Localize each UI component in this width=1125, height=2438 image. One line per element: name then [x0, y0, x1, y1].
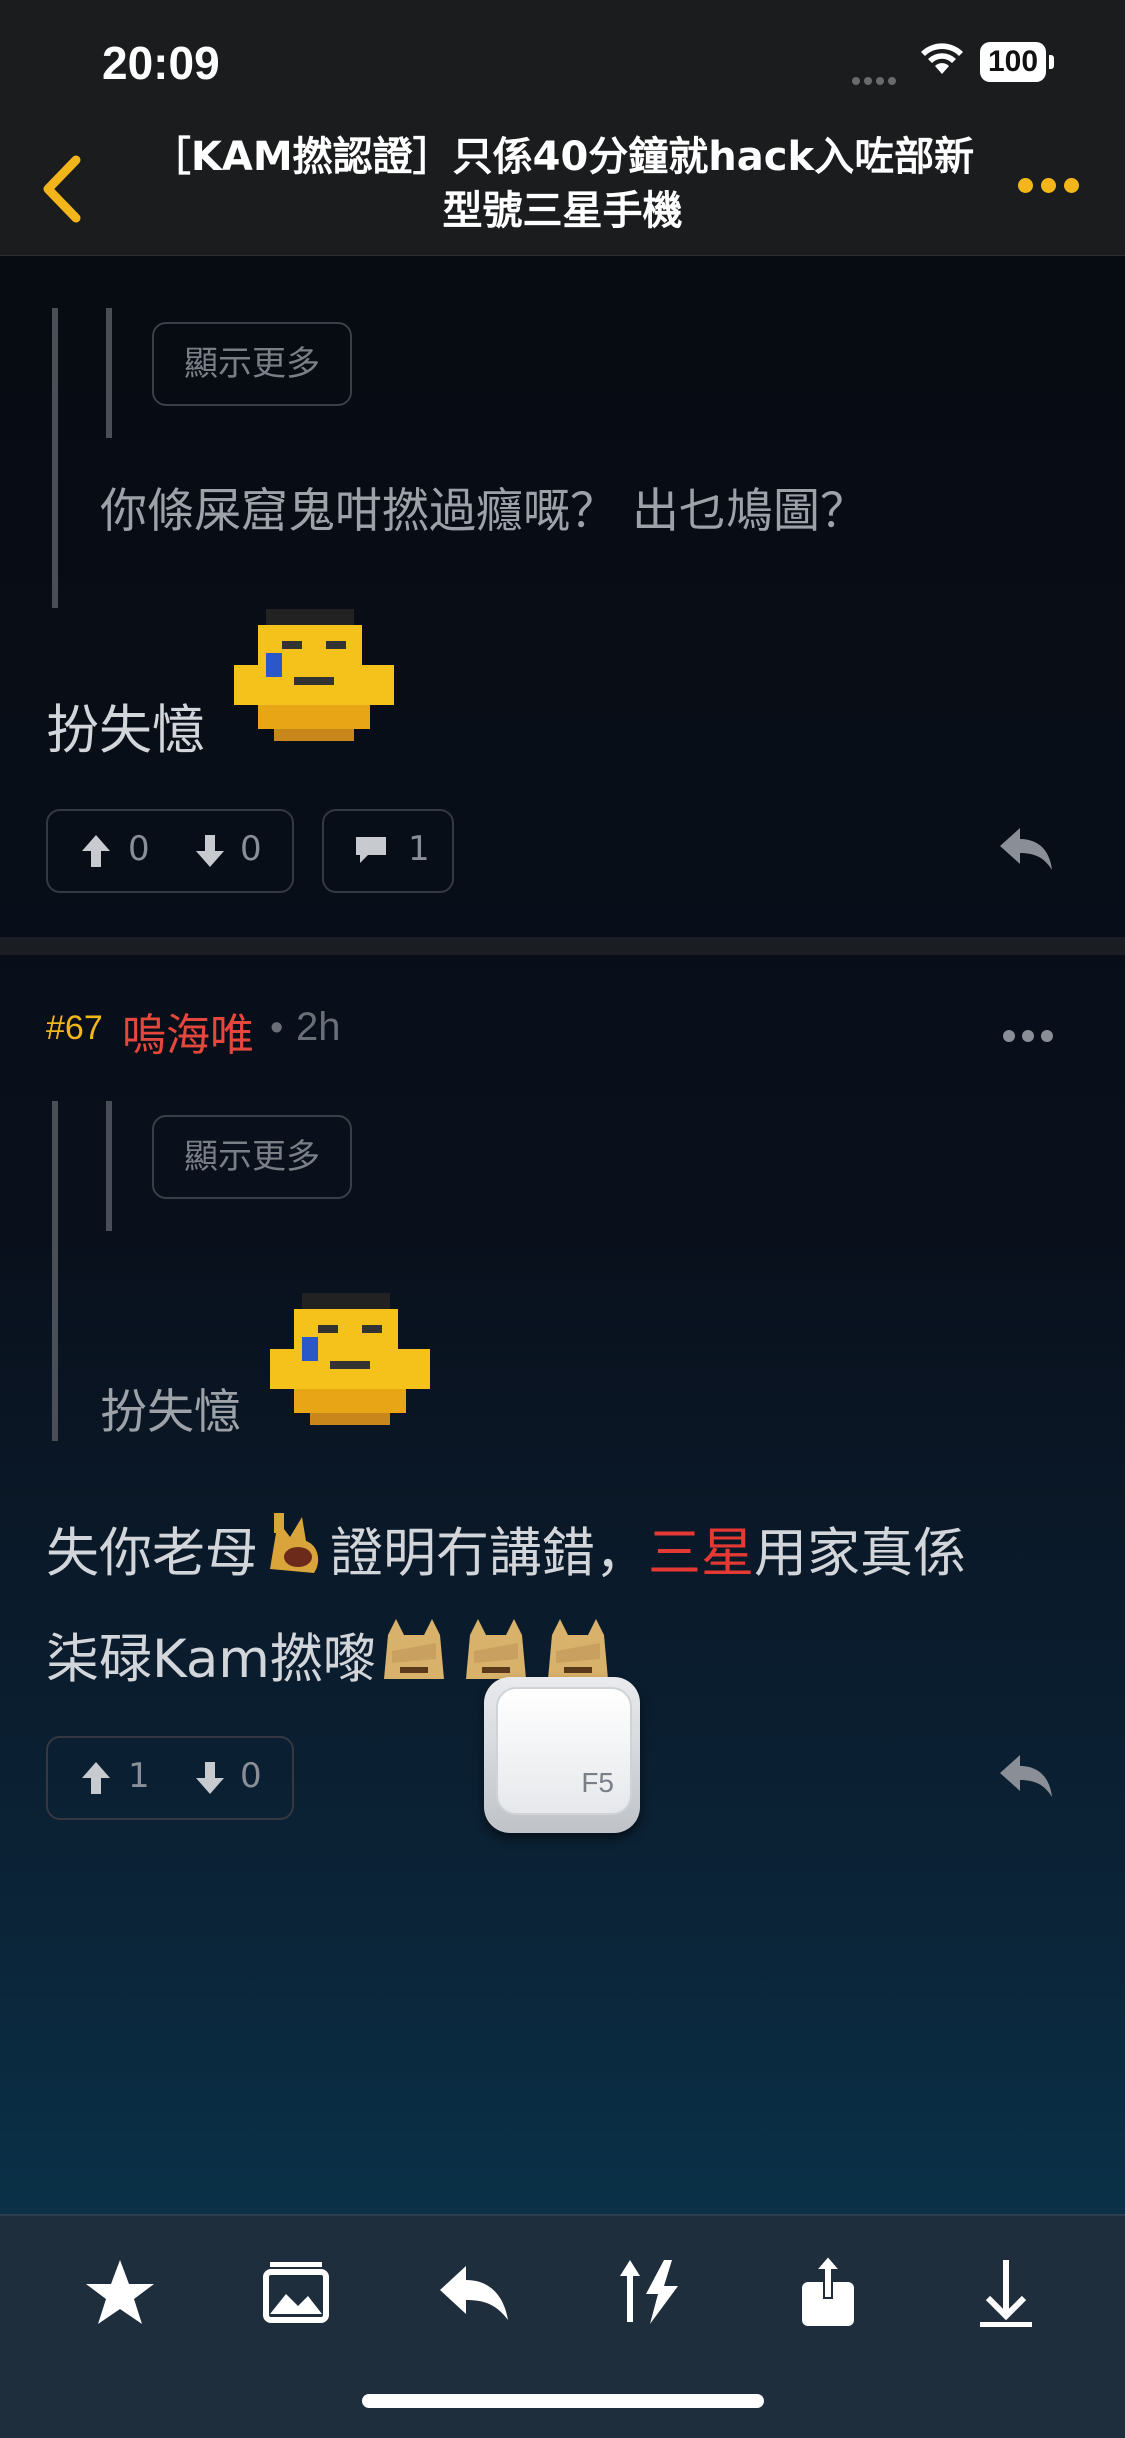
share-icon[interactable] — [788, 2252, 868, 2332]
star-icon[interactable] — [80, 2252, 160, 2332]
show-more-button[interactable]: 顯示更多 — [152, 1115, 352, 1199]
tab-reply-icon[interactable] — [434, 2252, 514, 2332]
quote-text: 你條屎窟鬼咁撚過癮嘅？ 出乜鳩圖？ — [100, 484, 867, 539]
comment-button[interactable]: 1 — [322, 809, 454, 893]
status-bar: 20:09 100 — [0, 0, 1125, 120]
f5-key-icon: F5 — [496, 1687, 632, 1815]
downvote-icon[interactable] — [194, 833, 226, 869]
post-text: 失你老母 證明冇講錯，三星用家真係 — [46, 1509, 966, 1587]
meta-separator: • — [270, 1007, 284, 1049]
post-text-part: 失你老母 — [46, 1523, 258, 1584]
refresh-label: F5 — [581, 1767, 614, 1798]
downvote-count: 0 — [240, 1756, 262, 1796]
more-icon[interactable] — [1018, 178, 1087, 197]
floor-number: #67 — [46, 1009, 103, 1047]
comment-count: 1 — [408, 829, 430, 869]
show-more-button[interactable]: 顯示更多 — [152, 322, 352, 406]
nav-bar: ［KAM撚認證］只係40分鐘就hack入咗部新型號三星手機 — [0, 120, 1125, 256]
cellular-signal-icon — [852, 70, 900, 89]
post-time: 2h — [296, 1005, 341, 1049]
reply-icon[interactable] — [996, 824, 1056, 874]
username[interactable]: 嗚海唯 — [122, 999, 254, 1063]
pixel-face-emoji-icon — [234, 609, 394, 741]
post-text-part: 證明冇講錯， — [330, 1523, 648, 1584]
vote-box: 1 0 — [46, 1736, 294, 1820]
downvote-count: 0 — [240, 829, 262, 869]
post-item: 顯示更多 你條屎窟鬼咁撚過癮嘅？ 出乜鳩圖？ 扮失憶 0 0 1 — [0, 256, 1125, 936]
back-chevron-icon[interactable] — [36, 152, 90, 226]
post-divider — [0, 937, 1125, 955]
thread-content[interactable]: 顯示更多 你條屎窟鬼咁撚過癮嘅？ 出乜鳩圖？ 扮失憶 0 0 1 #67 嗚海唯… — [0, 256, 1125, 2214]
nested-quote-bar — [106, 308, 112, 438]
comment-icon — [356, 837, 386, 863]
upvote-count: 1 — [128, 1756, 150, 1796]
post-text: 扮失憶 — [46, 700, 205, 761]
nested-quote-bar — [106, 1101, 112, 1231]
upvote-icon[interactable] — [80, 833, 112, 869]
pixel-face-emoji-icon — [270, 1293, 430, 1425]
status-time: 20:09 — [102, 37, 220, 89]
thread-title: ［KAM撚認證］只係40分鐘就hack入咗部新型號三星手機 — [150, 134, 975, 234]
battery-indicator: 100 — [980, 42, 1054, 82]
upvote-icon[interactable] — [80, 1760, 112, 1796]
download-icon[interactable] — [966, 2252, 1046, 2332]
highlight-text: 三星 — [648, 1523, 754, 1584]
downvote-icon[interactable] — [194, 1760, 226, 1796]
upvote-count: 0 — [128, 829, 150, 869]
vote-box: 0 0 — [46, 809, 294, 893]
facepalm-cat-emoji-icon — [383, 1619, 444, 1679]
quote-bar — [52, 308, 58, 608]
wifi-icon — [921, 43, 963, 74]
post-more-icon[interactable] — [1003, 1027, 1060, 1046]
quote-bar — [52, 1101, 58, 1441]
reply-icon[interactable] — [996, 1751, 1056, 1801]
refresh-button[interactable]: F5 — [484, 1677, 640, 1833]
post-text-part: 用家真係 — [754, 1523, 966, 1584]
home-indicator[interactable] — [362, 2394, 764, 2408]
gallery-icon[interactable] — [256, 2252, 336, 2332]
laughing-pointing-emoji-icon — [270, 1513, 319, 1573]
quote-text: 扮失憶 — [100, 1385, 241, 1440]
post-text-part: 柒碌Kam撚嚟 — [46, 1629, 376, 1690]
sort-icon[interactable] — [612, 2252, 692, 2332]
